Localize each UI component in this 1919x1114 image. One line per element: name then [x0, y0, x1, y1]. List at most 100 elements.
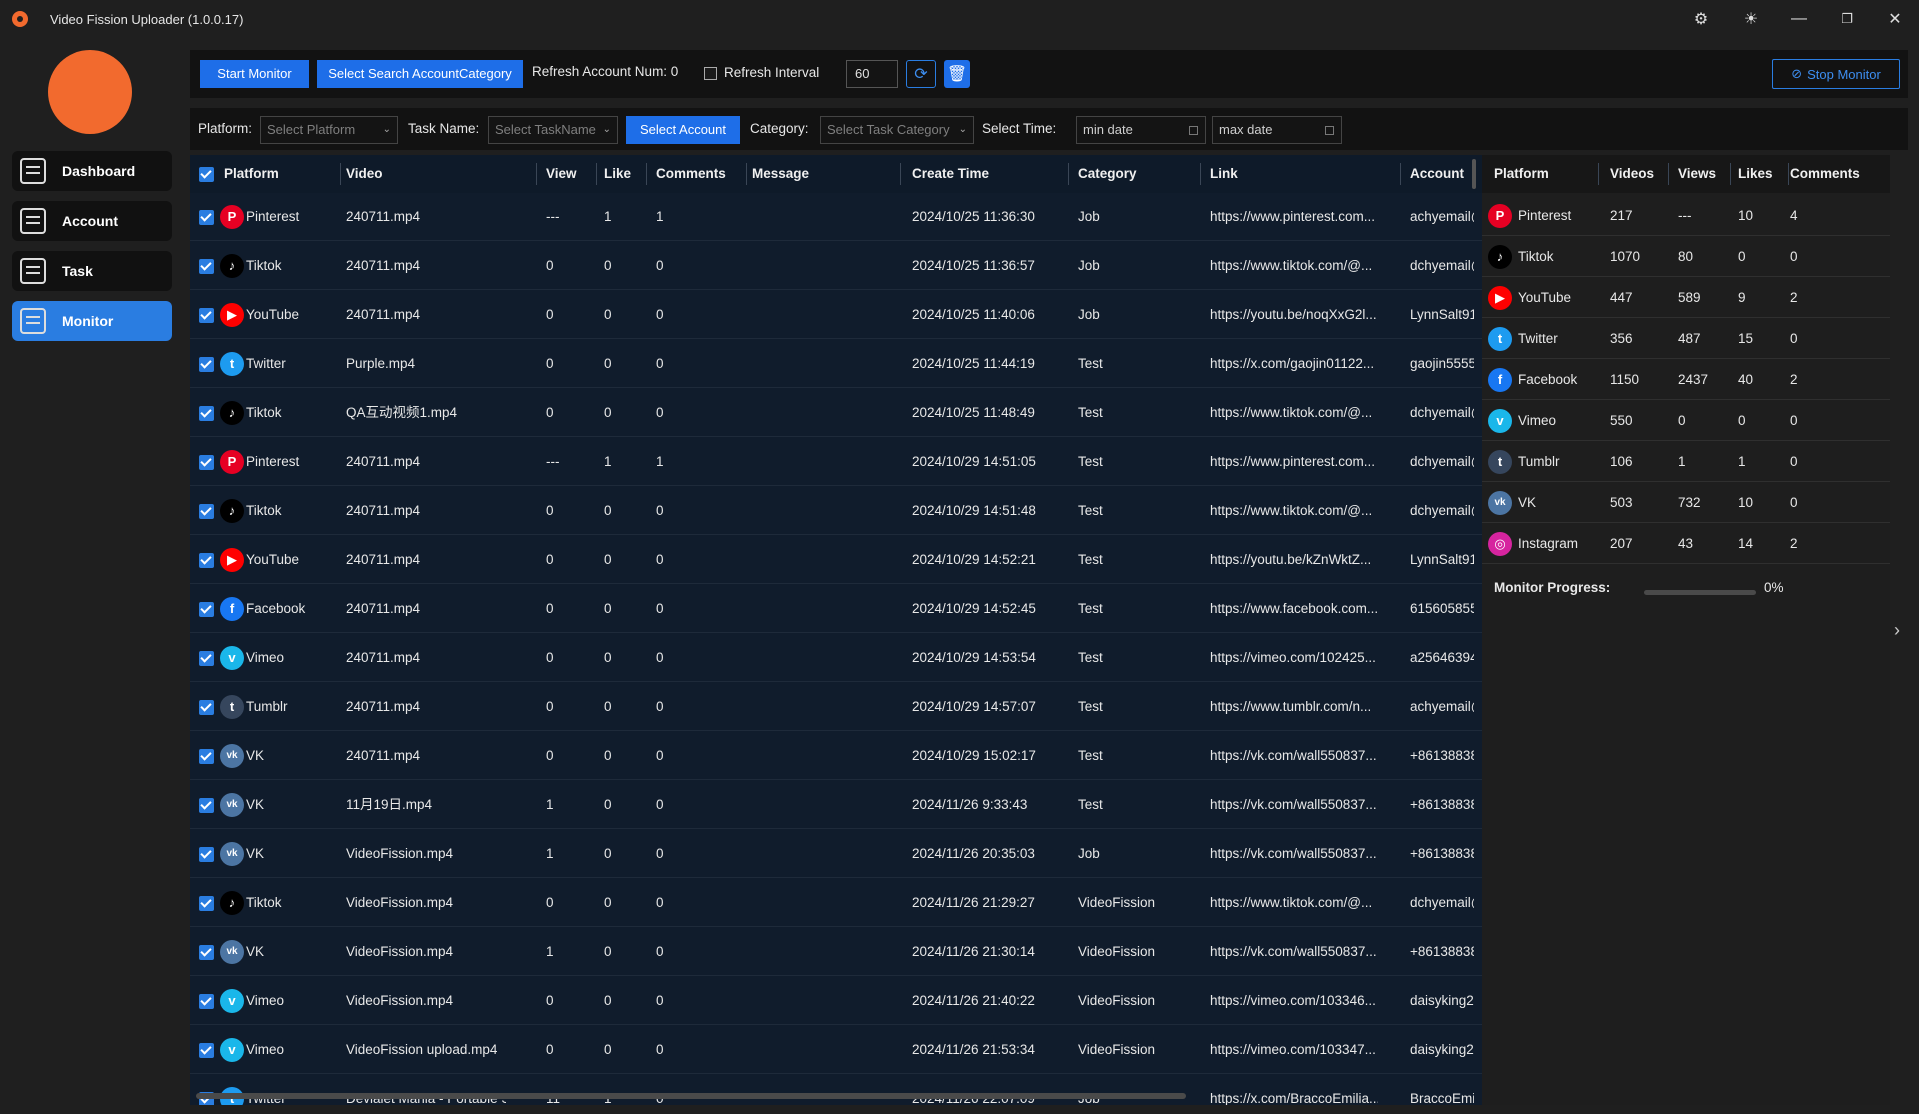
column-header-view[interactable]: View — [546, 155, 577, 193]
chevron-right-icon[interactable]: › — [1894, 620, 1900, 641]
row-checkbox[interactable] — [199, 455, 214, 470]
max-date-input[interactable]: max date — [1212, 116, 1342, 144]
column-separator[interactable] — [1200, 163, 1201, 185]
theme-toggle-icon[interactable]: ☀ — [1732, 4, 1770, 34]
refresh-interval-input[interactable]: 60 — [846, 60, 898, 88]
cell-link[interactable]: https://youtu.be/kZnWktZ... — [1210, 536, 1378, 584]
settings-gear-icon[interactable]: ⚙ — [1682, 4, 1720, 34]
column-header-category[interactable]: Category — [1078, 155, 1137, 193]
row-checkbox[interactable] — [199, 1043, 214, 1058]
table-row[interactable]: v Vimeo 240711.mp4 0 0 0 2024/10/29 14:53:54 Te… — [190, 634, 1482, 682]
cell-link[interactable]: https://www.tiktok.com/@... — [1210, 389, 1378, 437]
column-separator[interactable] — [646, 163, 647, 185]
table-row[interactable]: tTwitterDevialet Mania - Portable Smar11… — [190, 1075, 1482, 1105]
column-separator[interactable] — [536, 163, 537, 185]
cell-link[interactable]: https://vk.com/wall550837... — [1210, 781, 1378, 829]
cell-link[interactable]: https://www.pinterest.com... — [1210, 438, 1378, 486]
cell-link[interactable]: https://vimeo.com/103347... — [1210, 1026, 1378, 1074]
cell-link[interactable]: https://vimeo.com/103346... — [1210, 977, 1378, 1025]
row-checkbox[interactable] — [199, 553, 214, 568]
table-row[interactable]: v Vimeo VideoFission.mp4 0 0 0 2024/11/26 21:4… — [190, 977, 1482, 1025]
select-search-category-button[interactable]: Select Search AccountCategory — [317, 60, 523, 88]
row-checkbox[interactable] — [199, 847, 214, 862]
close-button[interactable]: ✕ — [1876, 4, 1914, 34]
column-separator[interactable] — [340, 163, 341, 185]
start-monitor-button[interactable]: Start Monitor — [200, 60, 309, 88]
table-row[interactable]: vk VK VideoFission.mp4 1 0 0 2024/11/26 20:35:… — [190, 830, 1482, 878]
table-row[interactable]: ▶ YouTube 240711.mp4 0 0 0 2024/10/29 14:52:21… — [190, 536, 1482, 584]
row-checkbox[interactable] — [199, 994, 214, 1009]
table-row[interactable]: t Twitter Purple.mp4 0 0 0 2024/10/25 11:44:19… — [190, 340, 1482, 388]
cell-link[interactable]: https://vimeo.com/102425... — [1210, 634, 1378, 682]
cell-link[interactable]: https://youtu.be/noqXxG2l... — [1210, 291, 1378, 339]
column-separator[interactable] — [596, 163, 597, 185]
cell-link[interactable]: https://www.facebook.com... — [1210, 585, 1378, 633]
sidebar-item-dashboard[interactable]: Dashboard — [12, 151, 172, 191]
cell-link[interactable]: https://www.tiktok.com/@... — [1210, 242, 1378, 290]
table-row[interactable]: P Pinterest 240711.mp4 --- 1 1 2024/10/25 11:3… — [190, 193, 1482, 241]
platform-select[interactable]: Select Platform ⌄ — [260, 116, 398, 144]
column-header-link[interactable]: Link — [1210, 155, 1238, 193]
vertical-scrollbar[interactable] — [1472, 159, 1476, 189]
cell-link[interactable]: https://vk.com/wall550837... — [1210, 732, 1378, 780]
column-separator[interactable] — [900, 163, 901, 185]
table-row[interactable]: ♪ Tiktok VideoFission.mp4 0 0 0 2024/11/26 21:… — [190, 879, 1482, 927]
task-name-select[interactable]: Select TaskName ⌄ — [488, 116, 618, 144]
column-header-platform[interactable]: Platform — [224, 155, 279, 193]
category-select[interactable]: Select Task Category ⌄ — [820, 116, 974, 144]
column-header-video[interactable]: Video — [346, 155, 383, 193]
minimize-button[interactable]: — — [1780, 4, 1818, 34]
table-row[interactable]: ♪ Tiktok 240711.mp4 0 0 0 2024/10/29 14:51:48 T… — [190, 487, 1482, 535]
cell-link[interactable]: https://vk.com/wall550837... — [1210, 830, 1378, 878]
column-header-account[interactable]: Account — [1410, 155, 1464, 193]
cell-link[interactable]: https://www.pinterest.com... — [1210, 193, 1378, 241]
column-separator[interactable] — [1068, 163, 1069, 185]
trash-icon[interactable]: 🗑 — [944, 60, 970, 88]
row-checkbox[interactable] — [199, 357, 214, 372]
refresh-icon[interactable]: ⟳ — [906, 60, 936, 88]
stop-monitor-button[interactable]: ⊘ Stop Monitor — [1772, 59, 1900, 89]
table-row[interactable]: vk VK 11月19日.mp4 1 0 0 2024/11/26 9:33:43 Test h… — [190, 781, 1482, 829]
cell-link[interactable]: https://x.com/gaojin01122... — [1210, 340, 1378, 388]
column-header-like[interactable]: Like — [604, 155, 631, 193]
maximize-button[interactable]: ❐ — [1828, 4, 1866, 34]
cell-link[interactable]: https://www.tiktok.com/@... — [1210, 487, 1378, 535]
refresh-interval-checkbox[interactable] — [704, 67, 717, 80]
select-all-checkbox[interactable] — [199, 167, 214, 182]
sidebar-item-monitor[interactable]: Monitor — [12, 301, 172, 341]
cell-link[interactable]: https://vk.com/wall550837... — [1210, 928, 1378, 976]
select-account-button[interactable]: Select Account — [626, 116, 740, 144]
row-checkbox[interactable] — [199, 259, 214, 274]
column-header-create-time[interactable]: Create Time — [912, 155, 989, 193]
table-row[interactable]: ▶ YouTube 240711.mp4 0 0 0 2024/10/25 11:40:06… — [190, 291, 1482, 339]
cell-link[interactable]: https://www.tiktok.com/@... — [1210, 879, 1378, 927]
row-checkbox[interactable] — [199, 210, 214, 225]
column-separator[interactable] — [1400, 163, 1401, 185]
table-row[interactable]: P Pinterest 240711.mp4 --- 1 1 2024/10/29 14:5… — [190, 438, 1482, 486]
row-checkbox[interactable] — [199, 700, 214, 715]
table-row[interactable]: vk VK 240711.mp4 0 0 0 2024/10/29 15:02:17 Test… — [190, 732, 1482, 780]
cell-link[interactable]: https://www.tumblr.com/n... — [1210, 683, 1378, 731]
row-checkbox[interactable] — [199, 504, 214, 519]
table-row[interactable]: t Tumblr 240711.mp4 0 0 0 2024/10/29 14:57:07 T… — [190, 683, 1482, 731]
row-checkbox[interactable] — [199, 406, 214, 421]
table-row[interactable]: vk VK VideoFission.mp4 1 0 0 2024/11/26 21:30:… — [190, 928, 1482, 976]
horizontal-scrollbar[interactable] — [196, 1093, 1186, 1099]
row-checkbox[interactable] — [199, 308, 214, 323]
row-checkbox[interactable] — [199, 651, 214, 666]
cell-link[interactable]: https://x.com/BraccoEmilia... — [1210, 1075, 1378, 1105]
min-date-input[interactable]: min date — [1076, 116, 1206, 144]
row-checkbox[interactable] — [199, 749, 214, 764]
row-checkbox[interactable] — [199, 798, 214, 813]
row-checkbox[interactable] — [199, 945, 214, 960]
table-row[interactable]: ♪ Tiktok 240711.mp4 0 0 0 2024/10/25 11:36:57 J… — [190, 242, 1482, 290]
sidebar-item-task[interactable]: Task — [12, 251, 172, 291]
column-header-comments[interactable]: Comments — [656, 155, 726, 193]
row-checkbox[interactable] — [199, 602, 214, 617]
column-header-message[interactable]: Message — [752, 155, 809, 193]
sidebar-item-account[interactable]: Account — [12, 201, 172, 241]
column-separator[interactable] — [746, 163, 747, 185]
table-row[interactable]: f Facebook 240711.mp4 0 0 0 2024/10/29 14:52:4… — [190, 585, 1482, 633]
row-checkbox[interactable] — [199, 896, 214, 911]
table-row[interactable]: ♪ Tiktok QA互动视频1.mp4 0 0 0 2024/10/25 11:48:49… — [190, 389, 1482, 437]
